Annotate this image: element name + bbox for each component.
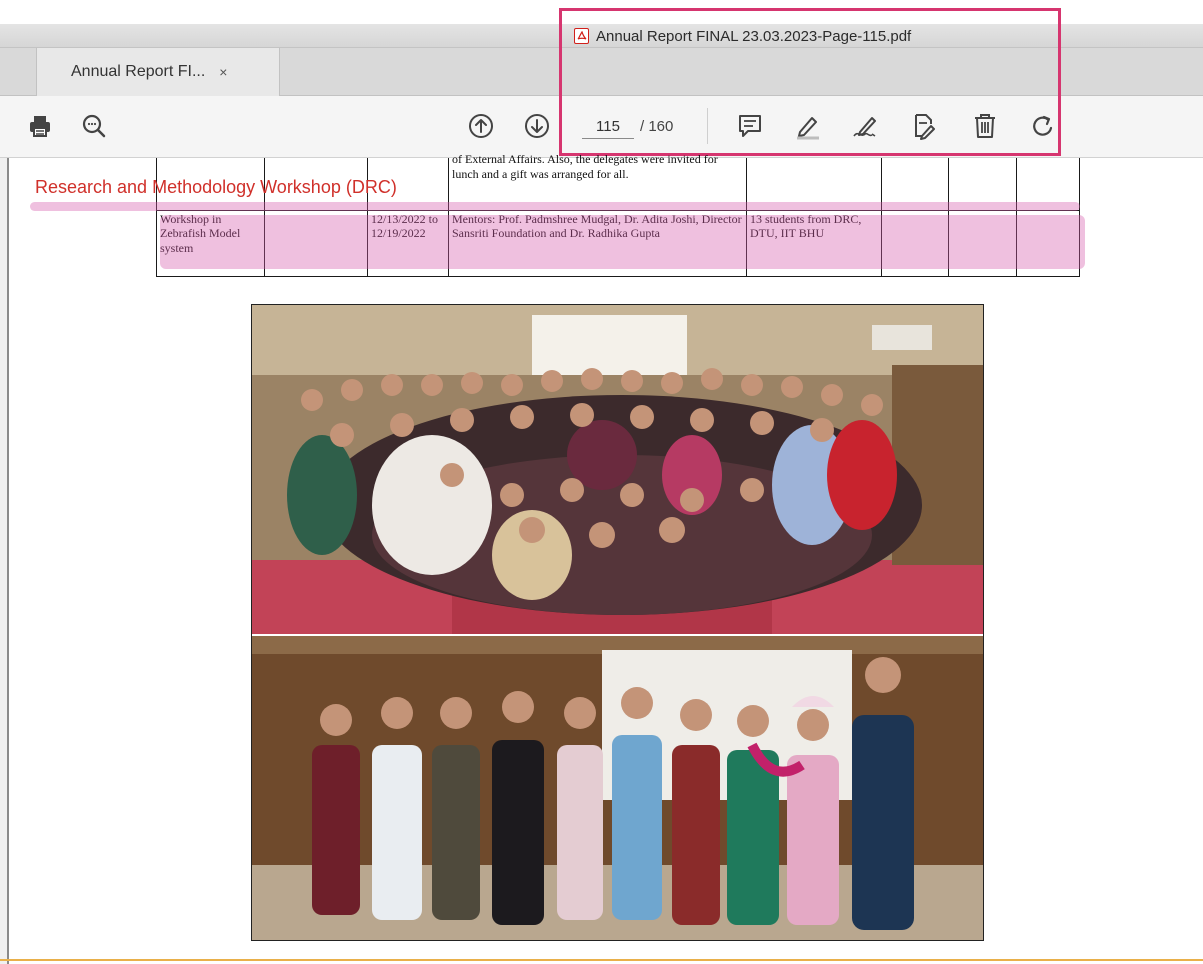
table-row: Workshop in Zebrafish Model system 12/13… [156, 209, 1080, 277]
toolbar-separator [707, 108, 708, 144]
edit-pdf-icon[interactable] [907, 110, 939, 142]
tab-label: Annual Report FI... [71, 63, 206, 80]
sign-icon[interactable] [850, 110, 882, 142]
activity-table: of External Affairs. Also, the delegates… [156, 152, 1080, 277]
zoom-icon[interactable] [78, 110, 110, 142]
table-cell-description: of External Affairs. Also, the delegates… [448, 152, 747, 211]
page-down-icon[interactable] [521, 110, 553, 142]
tab-document[interactable]: Annual Report FI... × [36, 48, 280, 96]
comment-icon[interactable] [734, 110, 766, 142]
table-cell-description: Mentors: Prof. Padmshree Mudgal, Dr. Adi… [448, 209, 747, 277]
document-view[interactable]: of External Affairs. Also, the delegates… [0, 152, 1203, 964]
window-title: Annual Report FINAL 23.03.2023-Page-115.… [596, 27, 912, 45]
window-titlebar: Annual Report FINAL 23.03.2023-Page-115.… [0, 24, 1203, 48]
table-cell [881, 209, 949, 277]
pdf-file-icon [574, 28, 589, 44]
toolbar: / 160 [0, 96, 1203, 158]
table-cell [948, 158, 1017, 211]
window-title-group: Annual Report FINAL 23.03.2023-Page-115.… [574, 26, 911, 46]
table-cell [1016, 209, 1080, 277]
highlight-pen-icon[interactable] [792, 110, 824, 142]
group-photo-workshop-participants [252, 305, 983, 635]
table-cell-activity: Workshop in Zebrafish Model system [156, 209, 265, 277]
table-cell [881, 158, 949, 211]
document-bottom-divider [0, 959, 1203, 961]
table-cell-date: 12/13/2022 to 12/19/2022 [367, 209, 449, 277]
tab-bar: Annual Report FI... × [0, 48, 1203, 96]
table-cell [948, 209, 1017, 277]
row1-description: of External Affairs. Also, the delegates… [452, 152, 718, 181]
table-cell [746, 158, 882, 211]
top-strip [0, 0, 1203, 24]
section-heading: Research and Methodology Workshop (DRC) [35, 177, 397, 197]
photo-collage [251, 304, 984, 941]
page-up-icon[interactable] [465, 110, 497, 142]
group-photo-mentors [252, 636, 983, 940]
tab-close-button[interactable]: × [219, 64, 227, 80]
page-number-input[interactable] [582, 115, 634, 139]
trash-icon[interactable] [969, 110, 1001, 142]
page-total: / 160 [640, 118, 674, 135]
document-left-border [0, 158, 9, 964]
table-cell-participants: 13 students from DRC, DTU, IIT BHU [746, 209, 882, 277]
rotate-icon[interactable] [1027, 110, 1059, 142]
printer-icon[interactable] [24, 110, 56, 142]
table-cell [1016, 158, 1080, 211]
table-cell [264, 209, 368, 277]
